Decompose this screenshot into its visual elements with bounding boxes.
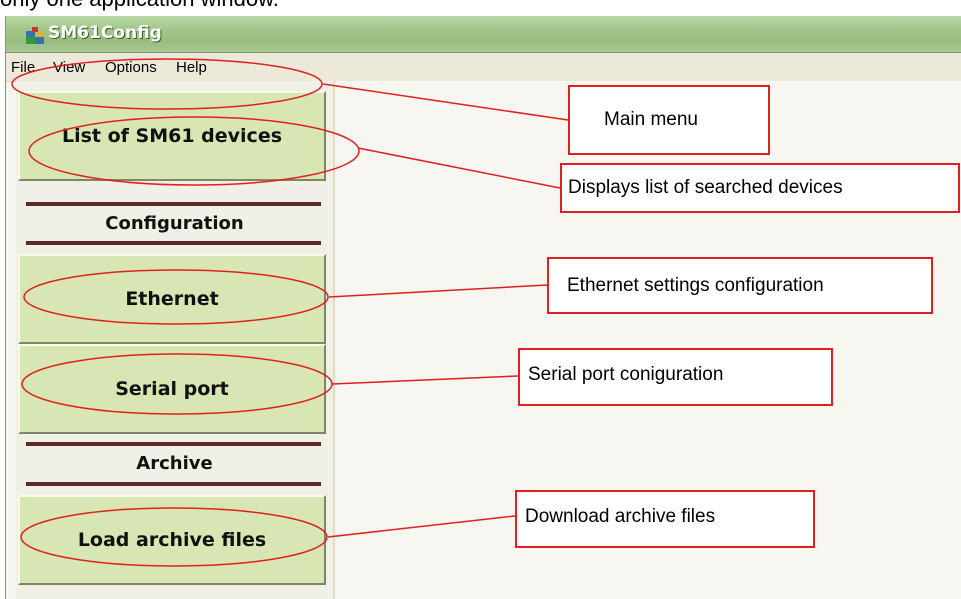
annotation-list-devices: Displays list of searched devices bbox=[560, 163, 960, 213]
list-devices-button[interactable]: List of SM61 devices bbox=[18, 91, 326, 181]
serial-port-label: Serial port bbox=[115, 378, 229, 400]
serial-port-button[interactable]: Serial port bbox=[18, 344, 326, 434]
menu-file[interactable]: File bbox=[11, 59, 35, 76]
ethernet-button[interactable]: Ethernet bbox=[18, 254, 326, 344]
document-caption: only one application window. bbox=[0, 0, 961, 16]
app-icon bbox=[26, 27, 44, 44]
list-devices-label: List of SM61 devices bbox=[61, 125, 283, 147]
section-divider bbox=[26, 202, 321, 206]
annotation-main-menu: Main menu bbox=[568, 85, 770, 155]
annotation-ethernet: Ethernet settings configuration bbox=[547, 257, 933, 314]
section-divider bbox=[26, 241, 321, 245]
load-archive-label: Load archive files bbox=[77, 529, 267, 551]
menu-help[interactable]: Help bbox=[176, 59, 207, 76]
ethernet-label: Ethernet bbox=[125, 288, 219, 310]
annotation-ethernet-text: Ethernet settings configuration bbox=[567, 275, 824, 296]
load-archive-button[interactable]: Load archive files bbox=[18, 495, 326, 585]
section-divider bbox=[26, 482, 321, 486]
sidebar: List of SM61 devices Configuration Ether… bbox=[16, 81, 335, 599]
annotation-main-menu-text: Main menu bbox=[604, 109, 698, 130]
main-menu-bar: File View Options Help bbox=[6, 53, 961, 82]
title-bar[interactable]: SM61Config bbox=[6, 16, 961, 53]
section-divider bbox=[26, 442, 321, 446]
annotation-archive: Download archive files bbox=[515, 490, 815, 548]
annotation-serial: Serial port coniguration bbox=[518, 348, 833, 406]
annotation-serial-text: Serial port coniguration bbox=[528, 364, 724, 385]
menu-options[interactable]: Options bbox=[105, 59, 157, 76]
section-configuration-heading: Configuration bbox=[105, 213, 244, 234]
section-archive-heading: Archive bbox=[136, 453, 213, 474]
annotation-archive-text: Download archive files bbox=[525, 506, 716, 527]
menu-view[interactable]: View bbox=[53, 59, 85, 76]
annotation-list-devices-text: Displays list of searched devices bbox=[568, 177, 843, 198]
window-title: SM61Config bbox=[48, 23, 162, 43]
